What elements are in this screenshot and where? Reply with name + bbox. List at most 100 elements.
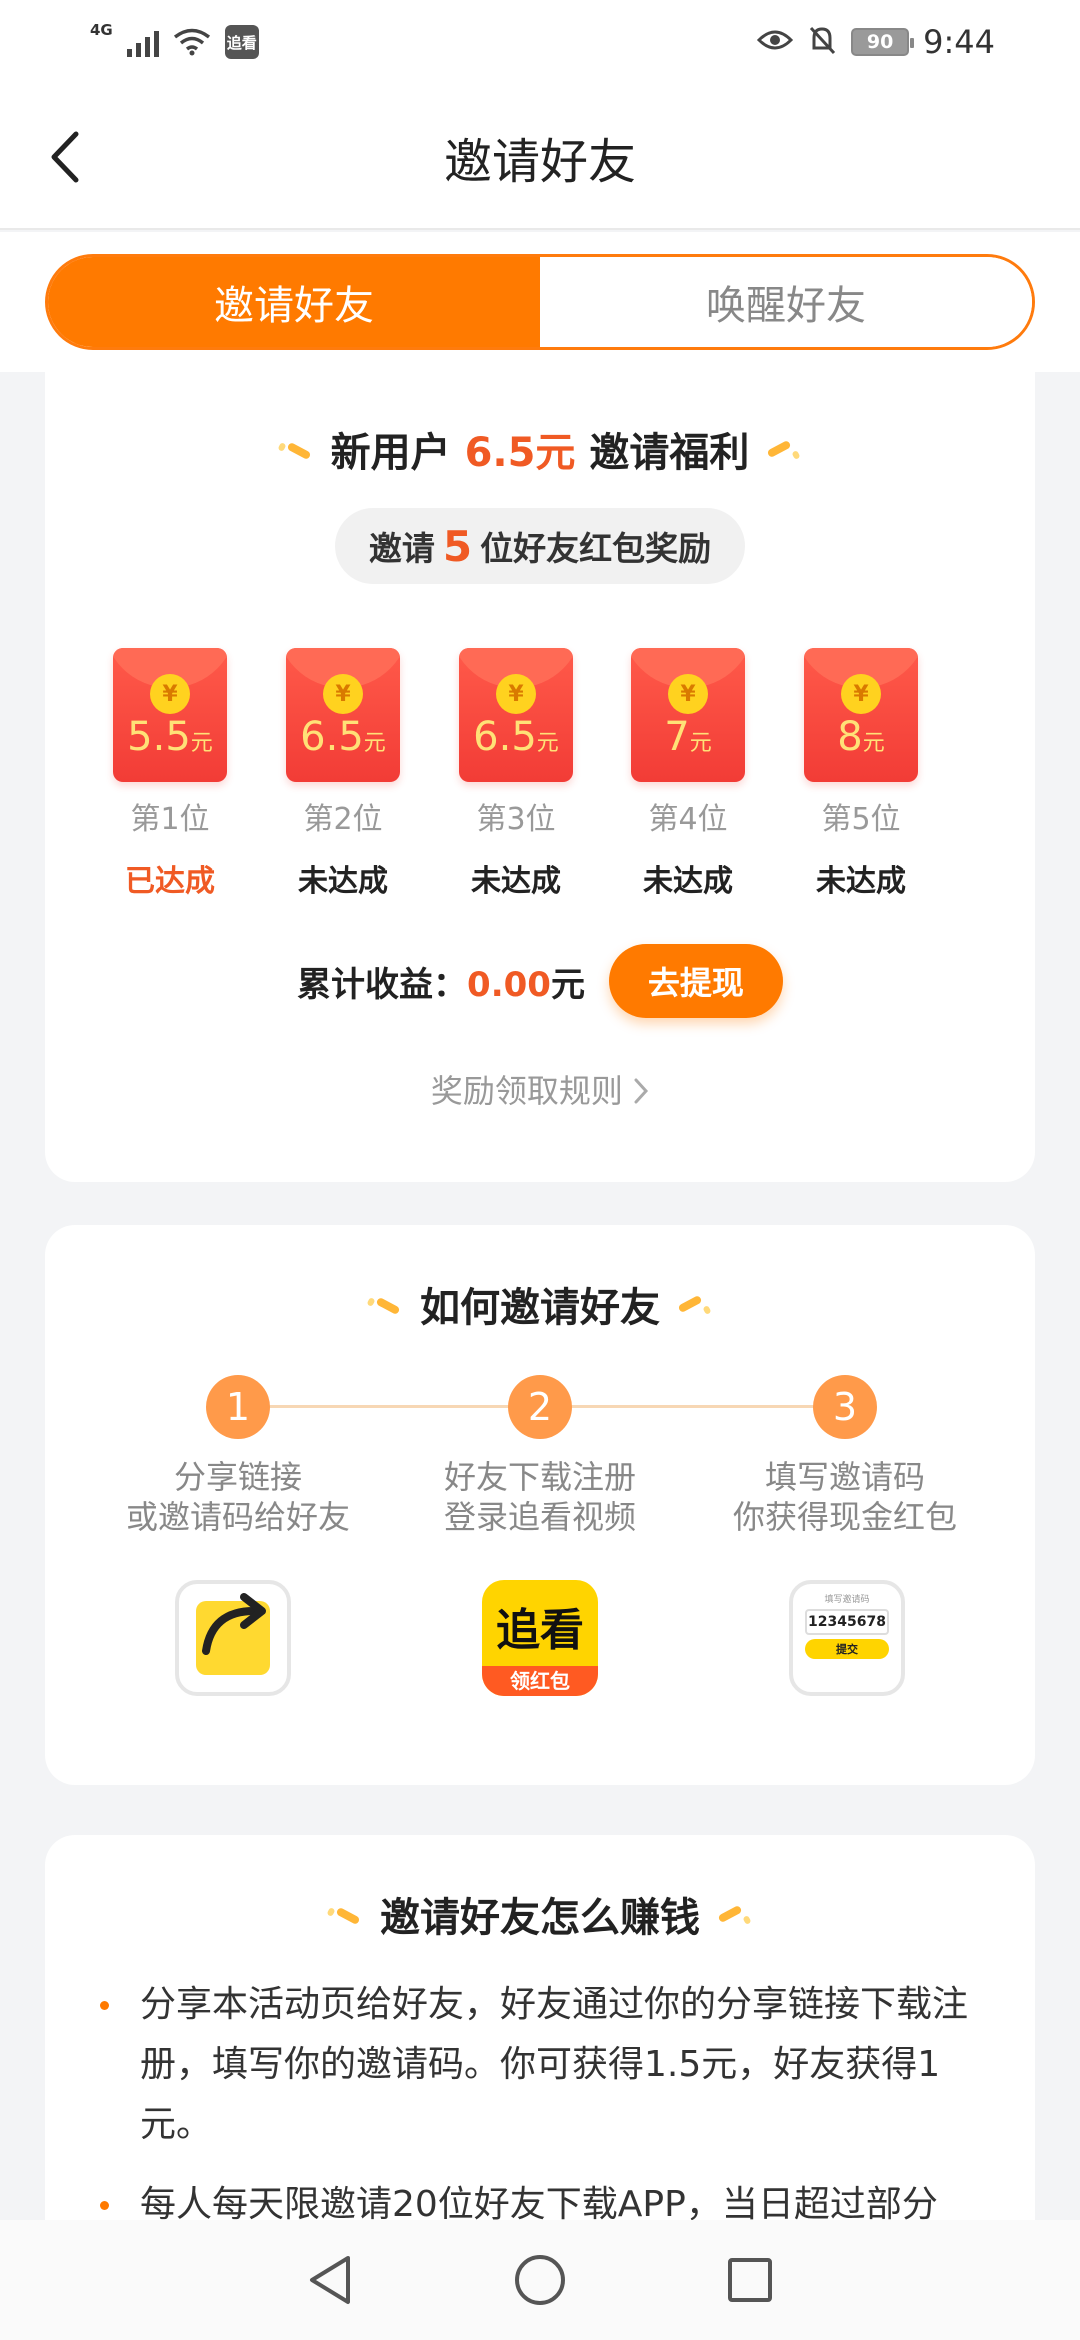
system-back-button[interactable] [300, 2250, 360, 2310]
system-nav-bar [0, 2220, 1080, 2340]
reward-state: 已达成 [125, 864, 215, 899]
status-left: 4G 追看 [90, 21, 259, 59]
welfare-title-pre: 新用户 [330, 430, 451, 476]
reward-unit: 元 [689, 731, 712, 756]
invite-post: 位好友红包奖励 [480, 529, 712, 568]
coin-icon: ¥ [150, 674, 190, 714]
red-envelope-icon: ¥ 6.5 元 [459, 648, 573, 782]
system-home-button[interactable] [510, 2250, 570, 2310]
reward-item: ¥ 6.5 元 第2位 未达成 [286, 648, 400, 900]
red-envelope-icon: ¥ 6.5 元 [286, 648, 400, 782]
battery-icon: 90 [851, 28, 915, 56]
reward-list: ¥ 5.5 元 第1位 已达成 ¥ 6.5 元 第2位 未达成 ¥ 6.5 元 第3位… [113, 648, 973, 908]
segmented-tabs: 邀请好友 唤醒好友 [45, 254, 1035, 350]
system-recents-button[interactable] [720, 2250, 780, 2310]
reward-amount: 6.5 [300, 714, 364, 760]
triangle-back-icon [310, 2256, 350, 2304]
app-logo-text: 追看 [496, 1605, 584, 1656]
step-description: 填写邀请码 你获得现金红包 [695, 1457, 995, 1537]
red-envelope-icon: ¥ 5.5 元 [113, 648, 227, 782]
square-recents-icon [728, 2258, 772, 2302]
reward-amount: 5.5 [127, 714, 191, 760]
list-item: 分享本活动页给好友，好友通过你的分享链接下载注册，填写你的邀请码。你可获得1.5… [100, 1975, 1010, 2155]
circle-home-icon [515, 2255, 565, 2305]
reward-rank: 第2位 [303, 802, 383, 837]
coin-icon: ¥ [668, 674, 708, 714]
sparkle-icon [767, 439, 801, 459]
status-right: 90 9:44 [757, 23, 995, 61]
red-envelope-icon: ¥ 7元 [631, 648, 745, 782]
sparkle-icon [678, 1294, 712, 1314]
invite-count-pill: 邀请 5 位好友红包奖励 [335, 508, 745, 584]
reward-rank: 第1位 [130, 802, 210, 837]
nav-bar: 邀请好友 [0, 84, 1080, 230]
coin-icon: ¥ [841, 674, 881, 714]
earnings-label: 累计收益：0.00元 [297, 957, 585, 1006]
reward-state: 未达成 [643, 864, 733, 899]
invite-code-form-icon: 填写邀请码 12345678 提交 [789, 1580, 905, 1696]
invite-pre: 邀请 [368, 529, 435, 568]
network-type: 4G [90, 21, 113, 39]
eye-icon [757, 28, 794, 56]
earnings-row: 累计收益：0.00元 去提现 [45, 944, 1035, 1018]
reward-state: 未达成 [298, 864, 388, 899]
step-line: 分享链接 [173, 1458, 302, 1496]
reward-item: ¥ 6.5 元 第3位 未达成 [459, 648, 573, 900]
step-line: 好友下载注册 [443, 1458, 636, 1496]
wifi-icon [173, 28, 211, 56]
app-logo-ribbon: 领红包 [482, 1666, 598, 1696]
how-to-title: 如何邀请好友 [45, 1275, 1035, 1333]
reward-state: 未达成 [471, 864, 561, 899]
sparkle-icon [718, 1904, 752, 1924]
signal-icon [126, 27, 159, 57]
status-time: 9:44 [923, 23, 995, 61]
step-description: 好友下载注册 登录追看视频 [390, 1457, 690, 1537]
earn-money-title: 邀请好友怎么赚钱 [45, 1885, 1035, 1943]
app-notification-icon: 追看 [224, 25, 259, 59]
reward-rules-label: 奖励领取规则 [430, 1072, 623, 1110]
step-number: 3 [813, 1375, 877, 1439]
share-icon [175, 1580, 291, 1696]
reward-item: ¥ 7元 第4位 未达成 [631, 648, 745, 900]
reward-unit: 元 [363, 731, 386, 756]
welfare-title: 新用户 6.5元 邀请福利 [45, 420, 1035, 478]
welfare-card: 新用户 6.5元 邀请福利 邀请 5 位好友红包奖励 ¥ 5.5 元 第1位 已达… [45, 372, 1035, 1182]
invite-count: 5 [442, 521, 473, 571]
reward-unit: 元 [190, 731, 213, 756]
step-line: 你获得现金红包 [732, 1498, 957, 1536]
red-envelope-icon: ¥ 8元 [804, 648, 918, 782]
reward-unit: 元 [862, 731, 885, 756]
step-line: 填写邀请码 [764, 1458, 925, 1496]
withdraw-button[interactable]: 去提现 [608, 944, 783, 1018]
reward-rank: 第4位 [648, 802, 728, 837]
step-line: 登录追看视频 [443, 1498, 636, 1536]
step-number: 1 [206, 1375, 270, 1439]
reward-unit: 元 [536, 731, 559, 756]
reward-rules-link[interactable]: 奖励领取规则 [45, 1066, 1035, 1112]
reward-state: 未达成 [816, 864, 906, 899]
chevron-right-icon [634, 1078, 649, 1104]
status-bar: 4G 追看 90 9:44 [0, 0, 1080, 84]
step-line: 或邀请码给好友 [125, 1498, 350, 1536]
app-logo-icon: 追看 领红包 [482, 1580, 598, 1696]
earnings-value: 0.00 [467, 964, 551, 1005]
earnings-label-text: 累计收益： [297, 964, 468, 1005]
welfare-title-post: 邀请福利 [589, 430, 750, 476]
tab-invite-friends[interactable]: 邀请好友 [48, 257, 540, 347]
reward-amount: 7 [664, 714, 690, 760]
coin-icon: ¥ [323, 674, 363, 714]
reward-item: ¥ 5.5 元 第1位 已达成 [113, 648, 227, 900]
coin-icon: ¥ [496, 674, 536, 714]
form-code: 12345678 [805, 1609, 889, 1635]
reward-amount: 8 [837, 714, 863, 760]
form-label: 填写邀请码 [824, 1595, 870, 1605]
reward-amount: 6.5 [473, 714, 537, 760]
sparkle-icon [328, 1904, 362, 1924]
tab-wake-friends[interactable]: 唤醒好友 [540, 257, 1032, 347]
how-to-title-text: 如何邀请好友 [420, 1285, 660, 1331]
step-description: 分享链接 或邀请码给好友 [88, 1457, 388, 1537]
sparkle-icon [368, 1294, 402, 1314]
form-submit: 提交 [805, 1639, 889, 1659]
page-title: 邀请好友 [443, 134, 636, 190]
earnings-unit: 元 [550, 964, 585, 1005]
